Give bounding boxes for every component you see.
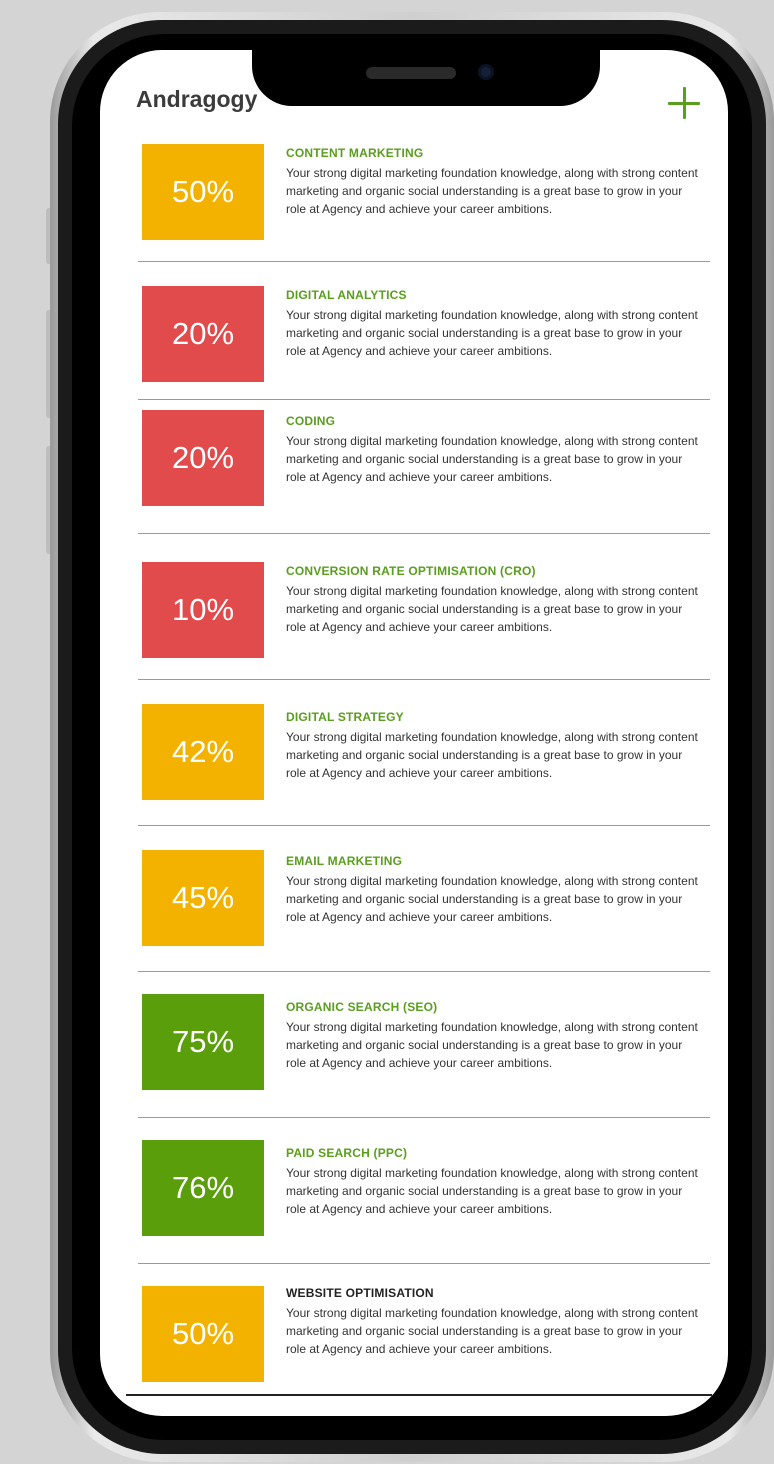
skill-name: WEBSITE OPTIMISATION — [286, 1286, 434, 1300]
skill-item[interactable]: 76% PAID SEARCH (PPC) Your strong digita… — [138, 1118, 710, 1264]
skill-name: ORGANIC SEARCH (SEO) — [286, 1000, 438, 1014]
percent-badge: 20% — [142, 286, 264, 382]
skill-name: CONVERSION RATE OPTIMISATION (CRO) — [286, 564, 536, 578]
skill-item[interactable]: 50% CONTENT MARKETING Your strong digita… — [138, 142, 710, 262]
skill-item[interactable]: 10% CONVERSION RATE OPTIMISATION (CRO) Y… — [138, 534, 710, 680]
skill-description: Your strong digital marketing foundation… — [286, 584, 698, 634]
skill-info: PAID SEARCH (PPC) Your strong digital ma… — [286, 1146, 698, 1218]
skill-item[interactable]: 20% CODING Your strong digital marketing… — [138, 400, 710, 534]
app-title: Andragogy — [136, 86, 258, 112]
phone-screen: Andragogy 50% CONTENT MARKETING Your str… — [100, 50, 728, 1416]
skill-info: CONVERSION RATE OPTIMISATION (CRO) Your … — [286, 564, 698, 636]
skill-name: PAID SEARCH (PPC) — [286, 1146, 408, 1160]
skill-item[interactable]: 45% EMAIL MARKETING Your strong digital … — [138, 826, 710, 972]
percent-badge: 50% — [142, 1286, 264, 1382]
percent-badge: 10% — [142, 562, 264, 658]
skill-name: EMAIL MARKETING — [286, 854, 403, 868]
skill-item[interactable]: 50% WEBSITE OPTIMISATION Your strong dig… — [138, 1264, 710, 1394]
speaker-grille — [366, 67, 456, 79]
skill-info: CONTENT MARKETING Your strong digital ma… — [286, 146, 698, 218]
skill-description: Your strong digital marketing foundation… — [286, 1020, 698, 1070]
skill-name: CODING — [286, 414, 336, 428]
percent-badge: 76% — [142, 1140, 264, 1236]
skill-item[interactable]: 42% DIGITAL STRATEGY Your strong digital… — [138, 680, 710, 826]
skill-info: CODING Your strong digital marketing fou… — [286, 414, 698, 486]
skill-name: DIGITAL STRATEGY — [286, 710, 404, 724]
skill-description: Your strong digital marketing foundation… — [286, 730, 698, 780]
skill-info: EMAIL MARKETING Your strong digital mark… — [286, 854, 698, 926]
skill-description: Your strong digital marketing foundation… — [286, 308, 698, 358]
add-icon[interactable] — [666, 85, 702, 121]
percent-badge: 75% — [142, 994, 264, 1090]
percent-badge: 50% — [142, 144, 264, 240]
skill-info: DIGITAL ANALYTICS Your strong digital ma… — [286, 288, 698, 360]
skill-description: Your strong digital marketing foundation… — [286, 434, 698, 484]
skill-description: Your strong digital marketing foundation… — [286, 166, 698, 216]
skill-description: Your strong digital marketing foundation… — [286, 874, 698, 924]
skill-name: CONTENT MARKETING — [286, 146, 424, 160]
percent-badge: 42% — [142, 704, 264, 800]
skill-item[interactable]: 20% DIGITAL ANALYTICS Your strong digita… — [138, 262, 710, 400]
phone-notch — [252, 50, 600, 106]
skill-item[interactable]: 75% ORGANIC SEARCH (SEO) Your strong dig… — [138, 972, 710, 1118]
camera-icon — [478, 64, 494, 80]
skill-description: Your strong digital marketing foundation… — [286, 1166, 698, 1216]
skill-info: DIGITAL STRATEGY Your strong digital mar… — [286, 710, 698, 782]
skill-description: Your strong digital marketing foundation… — [286, 1306, 698, 1356]
list-bottom-border — [126, 1394, 712, 1396]
skill-info: ORGANIC SEARCH (SEO) Your strong digital… — [286, 1000, 698, 1072]
percent-badge: 20% — [142, 410, 264, 506]
skill-info: WEBSITE OPTIMISATION Your strong digital… — [286, 1286, 698, 1358]
skill-name: DIGITAL ANALYTICS — [286, 288, 407, 302]
percent-badge: 45% — [142, 850, 264, 946]
